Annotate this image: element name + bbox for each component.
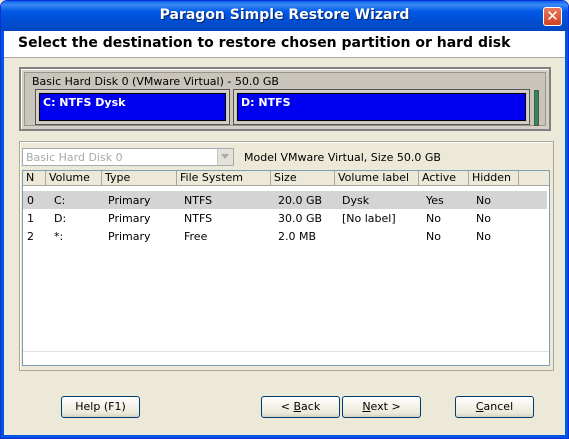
column-header-volume[interactable]: Volume — [46, 171, 102, 186]
cell-active: Yes — [426, 194, 444, 207]
cancel-mnemonic: C — [475, 400, 484, 413]
back-label: ack — [301, 400, 321, 413]
cell-file-system: NTFS — [184, 194, 213, 207]
column-header-volume-label[interactable]: Volume label — [335, 171, 419, 186]
cell-file-system: NTFS — [184, 212, 213, 225]
table-row[interactable]: 1 D: Primary NTFS 30.0 GB [No label] No … — [23, 209, 547, 227]
column-header-file-system[interactable]: File System — [177, 171, 271, 186]
cell-file-system: Free — [184, 230, 208, 243]
back-mnemonic: B — [293, 400, 302, 413]
title-bar[interactable]: Paragon Simple Restore Wizard ✕ — [1, 1, 568, 31]
disk-model-info: Model VMware Virtual, Size 50.0 GB — [244, 151, 441, 164]
column-header-hidden[interactable]: Hidden — [469, 171, 519, 186]
next-label: ext > — [370, 400, 401, 413]
disk-select-value: Basic Hard Disk 0 — [26, 151, 123, 164]
cell-volume-label: [No label] — [342, 212, 396, 225]
column-header-n[interactable]: N — [23, 171, 46, 186]
table-header: N Volume Type File System Size Volume la… — [23, 171, 549, 186]
cell-size: 30.0 GB — [278, 212, 323, 225]
cell-type: Primary — [108, 194, 151, 207]
help-button-label: Help (F1) — [75, 400, 126, 413]
disk-map-panel: Basic Hard Disk 0 (VMware Virtual) - 50.… — [19, 67, 551, 131]
column-header-type[interactable]: Type — [102, 171, 177, 186]
window-frame-bottom — [1, 435, 568, 438]
header-instruction: Select the destination to restore chosen… — [18, 35, 511, 51]
column-header-size[interactable]: Size — [271, 171, 335, 186]
disk-map: Basic Hard Disk 0 (VMware Virtual) - 50.… — [24, 72, 546, 126]
disk-map-label: Basic Hard Disk 0 (VMware Virtual) - 50.… — [32, 75, 279, 88]
table-body: 0 C: Primary NTFS 20.0 GB Dysk Yes No 1 … — [23, 186, 549, 351]
back-button[interactable]: < Back — [261, 396, 340, 418]
partition-fill: D: NTFS — [237, 93, 526, 121]
partition-block-c[interactable]: C: NTFS Dysk — [35, 89, 230, 125]
disk-select-dropdown[interactable]: Basic Hard Disk 0 — [22, 148, 234, 166]
cell-hidden: No — [476, 230, 491, 243]
back-prefix: < — [280, 400, 294, 413]
table-row[interactable]: 2 *: Primary Free 2.0 MB No No — [23, 227, 547, 245]
cell-volume: D: — [54, 212, 67, 225]
cell-volume: *: — [54, 230, 64, 243]
close-icon: ✕ — [546, 7, 559, 25]
window-frame-left — [1, 31, 4, 438]
partition-block-d[interactable]: D: NTFS — [233, 89, 530, 125]
chevron-down-icon — [221, 154, 229, 159]
cell-volume: C: — [54, 194, 66, 207]
cell-n: 1 — [27, 212, 34, 225]
cell-hidden: No — [476, 212, 491, 225]
next-mnemonic: N — [362, 400, 371, 413]
cell-type: Primary — [108, 230, 151, 243]
wizard-header: Select the destination to restore chosen… — [4, 31, 565, 58]
help-button[interactable]: Help (F1) — [61, 396, 140, 418]
cell-n: 0 — [27, 194, 34, 207]
cell-hidden: No — [476, 194, 491, 207]
wizard-window: Paragon Simple Restore Wizard ✕ Select t… — [0, 0, 569, 439]
unallocated-block[interactable] — [534, 90, 539, 126]
cell-active: No — [426, 212, 441, 225]
cell-n: 2 — [27, 230, 34, 243]
column-header-active[interactable]: Active — [419, 171, 469, 186]
next-button[interactable]: Next > — [342, 396, 421, 418]
partition-label: C: NTFS Dysk — [43, 96, 126, 109]
close-button[interactable]: ✕ — [543, 7, 562, 26]
cell-size: 20.0 GB — [278, 194, 323, 207]
cell-active: No — [426, 230, 441, 243]
window-frame-right — [565, 31, 568, 438]
cell-type: Primary — [108, 212, 151, 225]
window-title: Paragon Simple Restore Wizard — [159, 7, 410, 23]
horizontal-scrollbar[interactable] — [23, 351, 549, 365]
dropdown-button[interactable] — [217, 149, 233, 165]
table-row[interactable]: 0 C: Primary NTFS 20.0 GB Dysk Yes No — [23, 191, 547, 209]
partition-table: N Volume Type File System Size Volume la… — [22, 170, 550, 366]
cell-size: 2.0 MB — [278, 230, 317, 243]
cancel-label: ancel — [483, 400, 514, 413]
cell-volume-label: Dysk — [342, 194, 370, 207]
partition-fill: C: NTFS Dysk — [39, 93, 226, 121]
disk-details-group: Basic Hard Disk 0 Model VMware Virtual, … — [19, 141, 554, 371]
cancel-button[interactable]: Cancel — [455, 396, 534, 418]
partition-label: D: NTFS — [241, 96, 291, 109]
